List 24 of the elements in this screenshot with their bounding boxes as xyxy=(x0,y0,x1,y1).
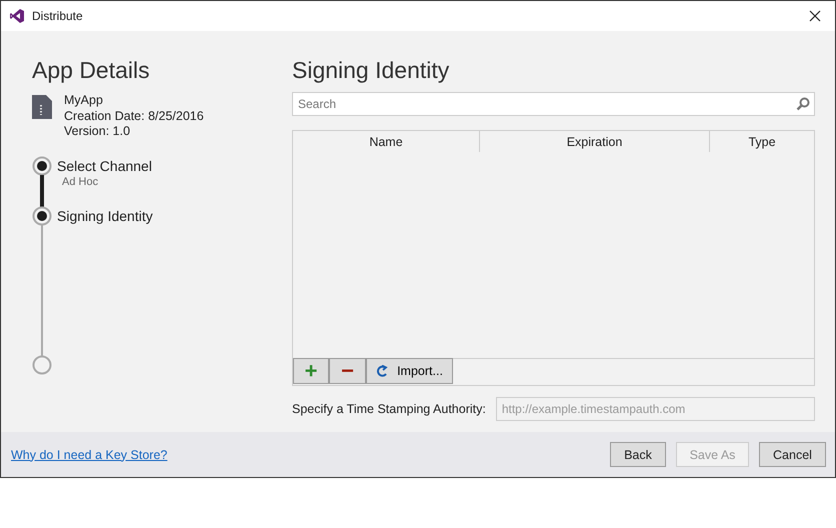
import-icon xyxy=(376,364,390,378)
creation-date: Creation Date: 8/25/2016 xyxy=(64,108,204,124)
window-title: Distribute xyxy=(32,9,84,23)
step-label: Select Channel xyxy=(57,156,152,174)
section-heading: Signing Identity xyxy=(292,56,450,84)
search-field[interactable]: Search xyxy=(292,92,815,116)
column-header[interactable]: Expiration xyxy=(480,131,710,152)
dialog-button[interactable]: Cancel xyxy=(759,442,826,467)
step-label: Signing Identity xyxy=(57,206,153,224)
remove-button[interactable]: − xyxy=(329,358,366,384)
help-link[interactable]: Why do I need a Key Store? xyxy=(11,448,610,462)
file-icon xyxy=(32,95,52,119)
app-logo-icon xyxy=(9,8,25,24)
app-version: Version: 1.0 xyxy=(64,124,132,140)
step-sublabel: Ad Hoc xyxy=(62,176,100,188)
search-icon xyxy=(796,97,810,111)
app-name: MyApp xyxy=(64,93,104,108)
section-heading: App Details xyxy=(32,56,151,84)
column-header[interactable]: Type xyxy=(710,131,814,152)
timestamp-label: Specify a Time Stamping Authority: xyxy=(292,402,486,416)
column-header[interactable]: Name xyxy=(293,131,480,152)
import-button[interactable]: Import... xyxy=(366,358,453,384)
dialog-button[interactable]: Back xyxy=(610,442,666,467)
close-icon[interactable] xyxy=(809,10,821,22)
